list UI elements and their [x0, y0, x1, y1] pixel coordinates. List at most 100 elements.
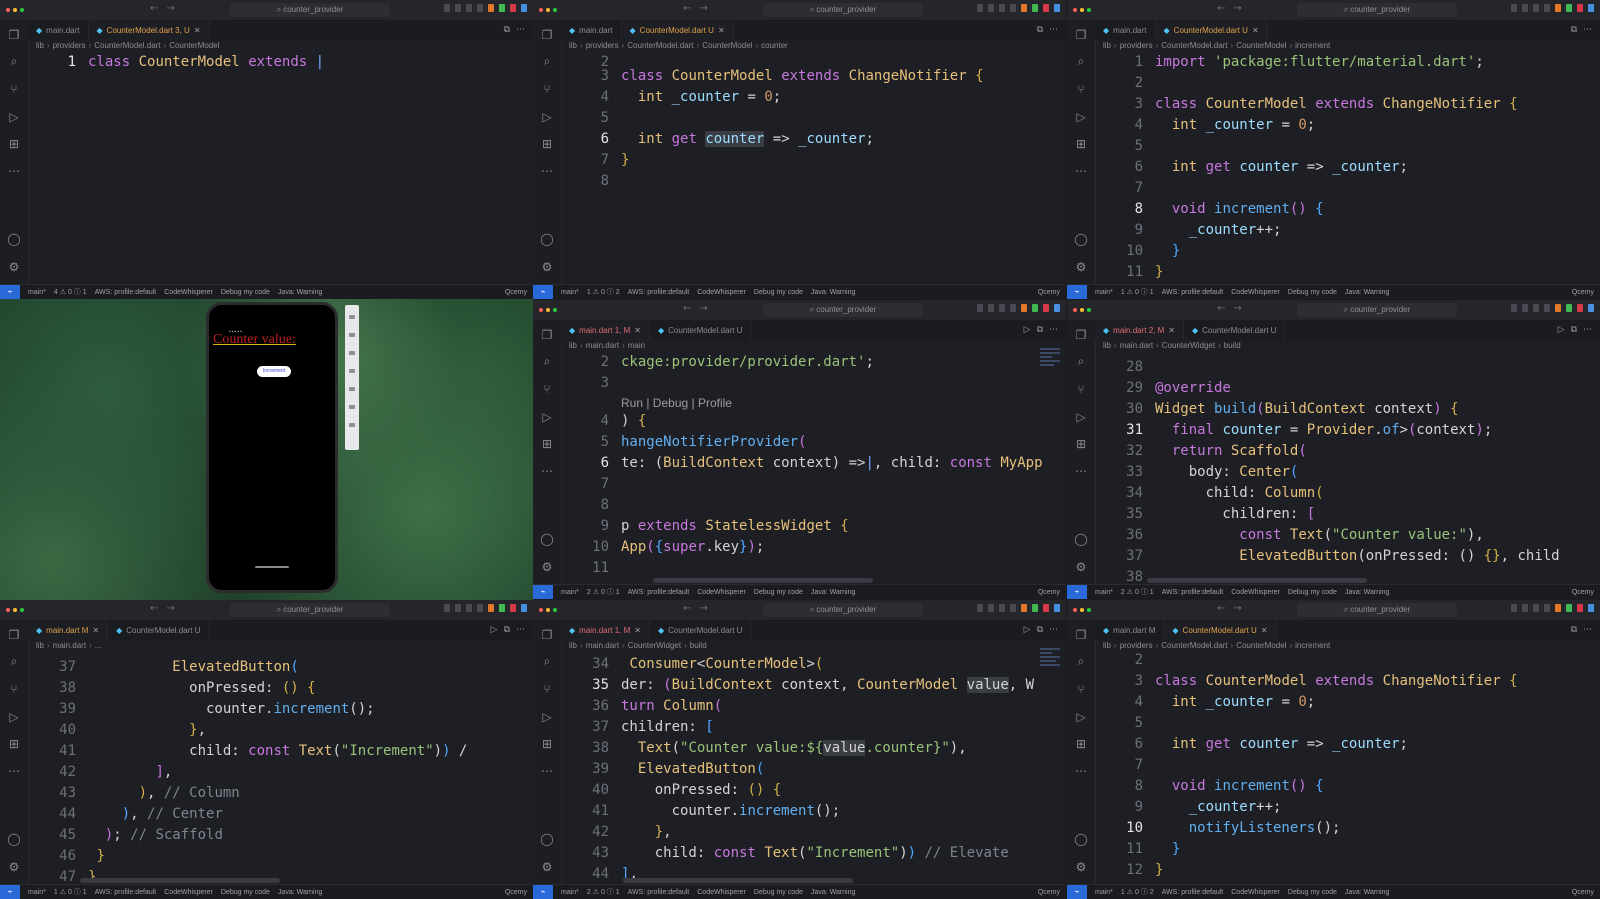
- close-icon[interactable]: ✕: [634, 326, 641, 335]
- window-controls[interactable]: [1073, 8, 1091, 12]
- tab-main-dart[interactable]: ◆ main.dart 1, M ✕: [561, 620, 650, 640]
- search-icon[interactable]: ⌕: [1074, 54, 1088, 68]
- command-center-search[interactable]: ⌕ counter_provider: [763, 603, 923, 617]
- explorer-icon[interactable]: ❐: [540, 28, 554, 42]
- source-control-icon[interactable]: ⑂: [7, 82, 21, 96]
- extensions-icon[interactable]: ⊞: [7, 137, 21, 151]
- source-control-icon[interactable]: ⑂: [1074, 682, 1088, 696]
- horizontal-scrollbar[interactable]: [1147, 578, 1367, 583]
- more-icon[interactable]: ⋯: [7, 764, 21, 778]
- source-control-icon[interactable]: ⑂: [7, 682, 21, 696]
- command-center-search[interactable]: ⌕ counter_provider: [1297, 603, 1457, 617]
- tab-countermodel-dart[interactable]: ◆ CounterModel.dart U ✕: [621, 20, 734, 40]
- explorer-icon[interactable]: ❐: [1074, 28, 1088, 42]
- nav-arrows-icon[interactable]: ←→: [683, 303, 716, 314]
- horizontal-scrollbar[interactable]: [623, 878, 853, 883]
- run-debug-icon[interactable]: ▷: [7, 710, 21, 724]
- remote-icon[interactable]: ⌁: [1067, 285, 1087, 299]
- phone-simulator[interactable]: ▪▪▪▪▪ Counter value: Increment: [206, 302, 338, 593]
- explorer-icon[interactable]: ❐: [540, 628, 554, 642]
- extensions-icon[interactable]: ⊞: [7, 737, 21, 751]
- command-center-search[interactable]: ⌕ counter_provider: [1297, 3, 1457, 17]
- tab-countermodel-dart[interactable]: ◆ CounterModel.dart U ✕: [1155, 20, 1268, 40]
- editor-actions[interactable]: ⧉ ⋯: [1571, 625, 1592, 635]
- remote-icon[interactable]: ⌁: [1067, 885, 1087, 899]
- search-icon[interactable]: ⌕: [1074, 354, 1088, 368]
- horizontal-scrollbar[interactable]: [80, 878, 280, 883]
- nav-arrows-icon[interactable]: ←→: [150, 3, 183, 14]
- close-icon[interactable]: ✕: [718, 26, 725, 35]
- code-editor[interactable]: 37 ElevatedButton( 38 onPressed: () { 39…: [28, 652, 533, 885]
- explorer-icon[interactable]: ❐: [1074, 328, 1088, 342]
- breadcrumb[interactable]: lib › main.dart › main: [569, 341, 645, 350]
- search-icon[interactable]: ⌕: [1074, 654, 1088, 668]
- tab-countermodel-dart[interactable]: ◆ CounterModel.dart U: [650, 320, 752, 340]
- code-editor[interactable]: 2 3 class CounterModel extends ChangeNoti…: [561, 52, 1066, 285]
- editor-actions[interactable]: ▷ ⧉ ⋯: [491, 625, 525, 635]
- nav-arrows-icon[interactable]: ←→: [683, 3, 716, 14]
- account-icon[interactable]: ◯: [7, 832, 21, 846]
- source-control-icon[interactable]: ⑂: [540, 82, 554, 96]
- remote-icon[interactable]: ⌁: [0, 885, 20, 899]
- source-control-icon[interactable]: ⑂: [540, 682, 554, 696]
- breadcrumb[interactable]: lib › main.dart › CounterWidget › build: [569, 641, 707, 650]
- window-controls[interactable]: [6, 8, 24, 12]
- window-controls[interactable]: [6, 608, 24, 612]
- extensions-icon[interactable]: ⊞: [540, 737, 554, 751]
- settings-icon[interactable]: ⚙: [540, 260, 554, 274]
- explorer-icon[interactable]: ❐: [540, 328, 554, 342]
- editor-actions[interactable]: ▷ ⧉ ⋯: [1558, 325, 1592, 335]
- tab-main-dart[interactable]: ◆ main.dart M ✕: [28, 620, 109, 640]
- tab-countermodel-dart[interactable]: ◆ CounterModel.dart U: [650, 620, 752, 640]
- debug-toolbar[interactable]: [444, 604, 527, 612]
- breadcrumb[interactable]: lib › providers › CounterModel.dart › CounterM…: [569, 41, 788, 50]
- remote-icon[interactable]: ⌁: [0, 285, 20, 299]
- window-controls[interactable]: [1073, 608, 1091, 612]
- run-debug-icon[interactable]: ▷: [7, 110, 21, 124]
- window-controls[interactable]: [1073, 308, 1091, 312]
- code-editor[interactable]: 1 class CounterModel extends |: [28, 52, 533, 285]
- close-icon[interactable]: ✕: [1261, 626, 1268, 635]
- tab-main-dart[interactable]: ◆ main.dart: [1095, 20, 1156, 40]
- command-center-search[interactable]: ⌕ counter_provider: [1297, 303, 1457, 317]
- editor-actions[interactable]: ▷ ⧉ ⋯: [1024, 325, 1058, 335]
- more-icon[interactable]: ⋯: [7, 164, 21, 178]
- code-editor[interactable]: 2 ckage:provider/provider.dart'; 3 Run | …: [561, 352, 1066, 585]
- settings-icon[interactable]: ⚙: [540, 560, 554, 574]
- command-center-search[interactable]: ⌕ counter_provider: [763, 303, 923, 317]
- breadcrumb[interactable]: lib › providers › CounterModel.dart › CounterM…: [36, 41, 219, 50]
- account-icon[interactable]: ◯: [540, 832, 554, 846]
- close-icon[interactable]: ✕: [1168, 326, 1175, 335]
- editor-actions[interactable]: ⧉ ⋯: [504, 25, 525, 35]
- debug-toolbar[interactable]: [977, 304, 1060, 312]
- remote-icon[interactable]: ⌁: [533, 585, 553, 599]
- codelens-run-debug[interactable]: Run | Debug | Profile: [621, 396, 732, 410]
- debug-toolbar[interactable]: [1511, 4, 1594, 12]
- settings-icon[interactable]: ⚙: [7, 260, 21, 274]
- run-debug-icon[interactable]: ▷: [1074, 110, 1088, 124]
- breadcrumb[interactable]: lib › providers › CounterModel.dart › CounterM…: [1103, 641, 1330, 650]
- search-icon[interactable]: ⌕: [7, 654, 21, 668]
- tab-countermodel-dart[interactable]: ◆ CounterModel.dart U: [1184, 320, 1286, 340]
- window-controls[interactable]: [539, 308, 557, 312]
- explorer-icon[interactable]: ❐: [1074, 628, 1088, 642]
- extensions-icon[interactable]: ⊞: [1074, 137, 1088, 151]
- window-controls[interactable]: [539, 608, 557, 612]
- settings-icon[interactable]: ⚙: [1074, 560, 1088, 574]
- command-center-search[interactable]: ⌕ counter_provider: [230, 603, 390, 617]
- increment-button[interactable]: Increment: [257, 366, 291, 377]
- tab-main-dart[interactable]: ◆ main.dart: [561, 20, 622, 40]
- nav-arrows-icon[interactable]: ←→: [683, 603, 716, 614]
- nav-arrows-icon[interactable]: ←→: [1217, 303, 1250, 314]
- home-indicator[interactable]: [255, 566, 289, 568]
- remote-icon[interactable]: ⌁: [1067, 585, 1087, 599]
- extensions-icon[interactable]: ⊞: [540, 137, 554, 151]
- close-icon[interactable]: ✕: [1252, 26, 1259, 35]
- debug-toolbar[interactable]: [977, 4, 1060, 12]
- run-debug-icon[interactable]: ▷: [1074, 410, 1088, 424]
- account-icon[interactable]: ◯: [7, 232, 21, 246]
- extensions-icon[interactable]: ⊞: [1074, 437, 1088, 451]
- nav-arrows-icon[interactable]: ←→: [1217, 3, 1250, 14]
- nav-arrows-icon[interactable]: ←→: [1217, 603, 1250, 614]
- run-debug-icon[interactable]: ▷: [540, 410, 554, 424]
